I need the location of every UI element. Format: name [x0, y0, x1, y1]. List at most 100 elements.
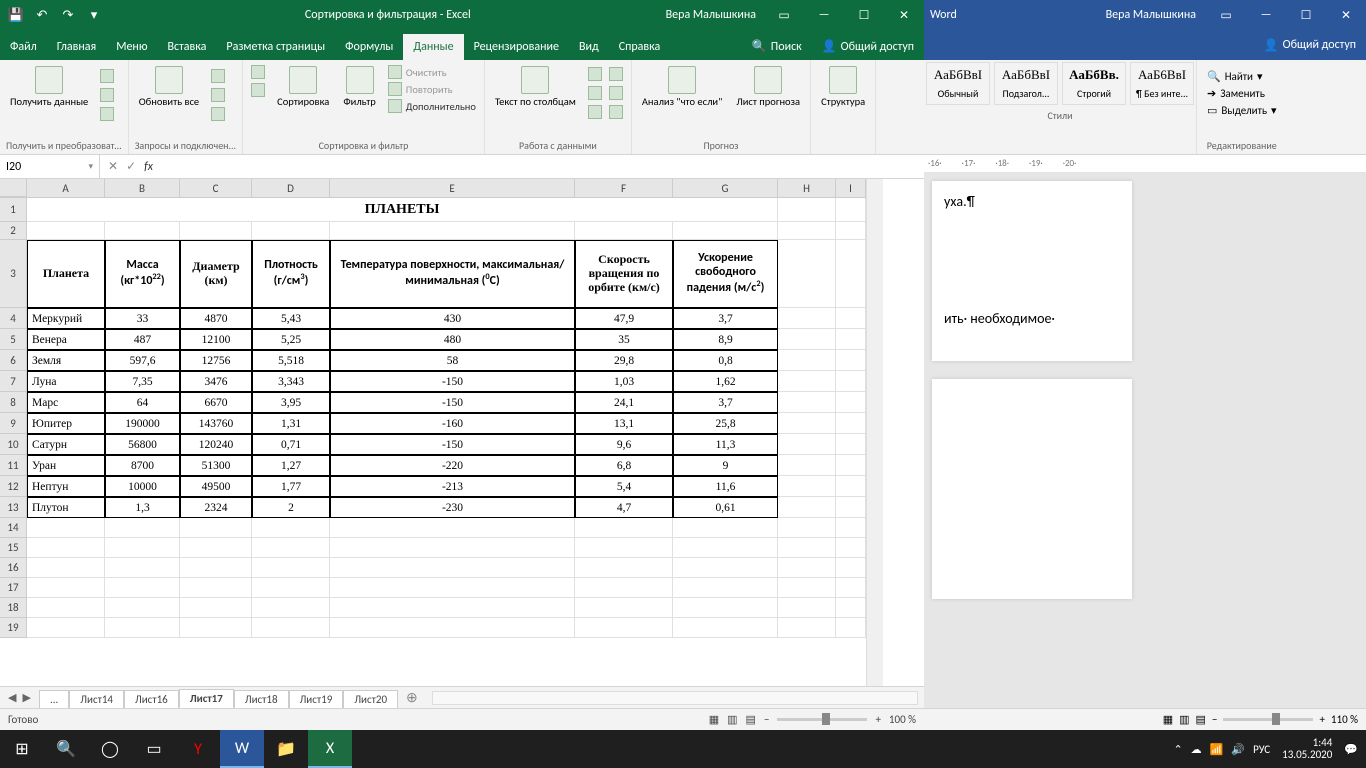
row-header[interactable]: 5	[0, 329, 27, 350]
header-density[interactable]: Плотность (г/см3)	[252, 240, 330, 308]
cell[interactable]	[180, 538, 252, 558]
header-planet[interactable]: Планета	[27, 240, 105, 308]
style-sample[interactable]: АаБбВвІОбычный	[926, 62, 990, 105]
cell-gravity[interactable]: 3,7	[673, 308, 778, 329]
cell[interactable]	[27, 518, 105, 538]
cell-diameter[interactable]: 6670	[180, 392, 252, 413]
get-data-button[interactable]: Получить данные	[6, 64, 92, 110]
network-icon[interactable]: 📶	[1210, 743, 1224, 756]
tab-menu[interactable]: Меню	[106, 34, 157, 60]
cell-mass[interactable]: 190000	[105, 413, 180, 434]
name-box[interactable]: I20▾	[0, 155, 100, 178]
cell-density[interactable]: 1,27	[252, 455, 330, 476]
qat-customize-icon[interactable]: ▾	[86, 7, 102, 23]
cell[interactable]	[105, 558, 180, 578]
col-header[interactable]: B	[105, 179, 180, 197]
col-header[interactable]: D	[252, 179, 330, 197]
ribbon-options-icon[interactable]: ▭	[764, 0, 804, 30]
formula-input[interactable]	[161, 155, 924, 178]
col-header[interactable]: C	[180, 179, 252, 197]
enter-formula-icon[interactable]: ✓	[126, 159, 136, 174]
cell-velocity[interactable]: 1,03	[575, 371, 673, 392]
row-header[interactable]: 12	[0, 476, 27, 497]
clock[interactable]: 1:44 13.05.2020	[1278, 737, 1336, 761]
yandex-browser-icon[interactable]: Y	[176, 730, 220, 768]
view-page-break-icon[interactable]: ▤	[746, 713, 756, 726]
cell-density[interactable]: 1,77	[252, 476, 330, 497]
cell-planet[interactable]: Луна	[27, 371, 105, 392]
cell-diameter[interactable]: 12756	[180, 350, 252, 371]
onedrive-icon[interactable]: ☁	[1191, 743, 1202, 756]
cell[interactable]	[778, 413, 836, 434]
cell[interactable]	[330, 558, 575, 578]
row-header[interactable]: 8	[0, 392, 27, 413]
cell-velocity[interactable]: 29,8	[575, 350, 673, 371]
nav-first-icon[interactable]: ◀	[8, 691, 16, 704]
cell-planet[interactable]: Сатурн	[27, 434, 105, 455]
cell-mass[interactable]: 8700	[105, 455, 180, 476]
row-header[interactable]: 10	[0, 434, 27, 455]
row-header[interactable]: 6	[0, 350, 27, 371]
word-user[interactable]: Вера Малышкина	[1106, 8, 1196, 22]
sheet-tab-17[interactable]: Лист17	[179, 689, 234, 708]
header-gravity[interactable]: Ускорение свободного падения (м/с2)	[673, 240, 778, 308]
cell-mass[interactable]: 1,3	[105, 497, 180, 518]
word-page[interactable]: уха.¶ ить· необходимое·	[932, 181, 1132, 361]
col-header[interactable]: A	[27, 179, 105, 197]
col-header[interactable]: G	[673, 179, 778, 197]
cell[interactable]	[836, 476, 866, 497]
cell[interactable]	[330, 618, 575, 638]
data-model-button[interactable]	[607, 104, 625, 120]
cell[interactable]	[836, 518, 866, 538]
cell[interactable]	[105, 598, 180, 618]
edit-links-button[interactable]	[209, 106, 227, 122]
cell-gravity[interactable]: 25,8	[673, 413, 778, 434]
from-web-button[interactable]	[98, 87, 116, 103]
cell-diameter[interactable]: 143760	[180, 413, 252, 434]
cell[interactable]	[836, 329, 866, 350]
cell-diameter[interactable]: 49500	[180, 476, 252, 497]
zoom-out-button[interactable]: −	[1212, 713, 1217, 726]
clear-filter-button[interactable]: Очистить	[386, 64, 478, 80]
word-minimize-button[interactable]: —	[1246, 0, 1286, 30]
cell[interactable]	[673, 558, 778, 578]
cell[interactable]	[836, 308, 866, 329]
row-header[interactable]: 15	[0, 538, 27, 558]
cell-planet[interactable]: Земля	[27, 350, 105, 371]
cell[interactable]	[778, 308, 836, 329]
cell[interactable]	[836, 618, 866, 638]
add-sheet-button[interactable]: ⊕	[398, 689, 426, 706]
cell[interactable]	[836, 598, 866, 618]
close-button[interactable]: ✕	[884, 0, 924, 30]
view-print-icon[interactable]: ▥	[1179, 713, 1189, 726]
maximize-button[interactable]: ☐	[844, 0, 884, 30]
word-zoom-level[interactable]: 110 %	[1331, 713, 1358, 726]
style-sample[interactable]: АаБ6ВвI¶ Без инте...	[1130, 62, 1194, 105]
zoom-level[interactable]: 100 %	[889, 713, 916, 726]
cell[interactable]	[673, 538, 778, 558]
explorer-icon[interactable]: 📁	[264, 730, 308, 768]
col-header[interactable]: H	[778, 179, 836, 197]
word-close-button[interactable]: ✕	[1326, 0, 1366, 30]
cell-mass[interactable]: 33	[105, 308, 180, 329]
cell-temp[interactable]: -150	[330, 434, 575, 455]
search-button[interactable]: 🔍 Поиск	[742, 33, 812, 60]
forecast-sheet-button[interactable]: Лист прогноза	[732, 64, 804, 110]
word-document-area[interactable]: уха.¶ ить· необходимое·	[924, 173, 1366, 708]
sheet-title-cell[interactable]: ПЛАНЕТЫ	[27, 198, 778, 222]
consolidate-button[interactable]	[607, 85, 625, 101]
row-header[interactable]: 18	[0, 598, 27, 618]
cell[interactable]	[575, 618, 673, 638]
cell[interactable]	[330, 518, 575, 538]
cell[interactable]	[778, 371, 836, 392]
cell[interactable]	[575, 578, 673, 598]
filter-button[interactable]: Фильтр	[339, 64, 379, 110]
spreadsheet-grid[interactable]: A B C D E F G H I 1 ПЛАНЕТЫ 2	[0, 179, 866, 686]
cell[interactable]	[105, 518, 180, 538]
cell[interactable]	[180, 558, 252, 578]
cell-density[interactable]: 5,43	[252, 308, 330, 329]
cell-mass[interactable]: 487	[105, 329, 180, 350]
cell[interactable]	[330, 598, 575, 618]
cell[interactable]	[673, 518, 778, 538]
cell-velocity[interactable]: 6,8	[575, 455, 673, 476]
